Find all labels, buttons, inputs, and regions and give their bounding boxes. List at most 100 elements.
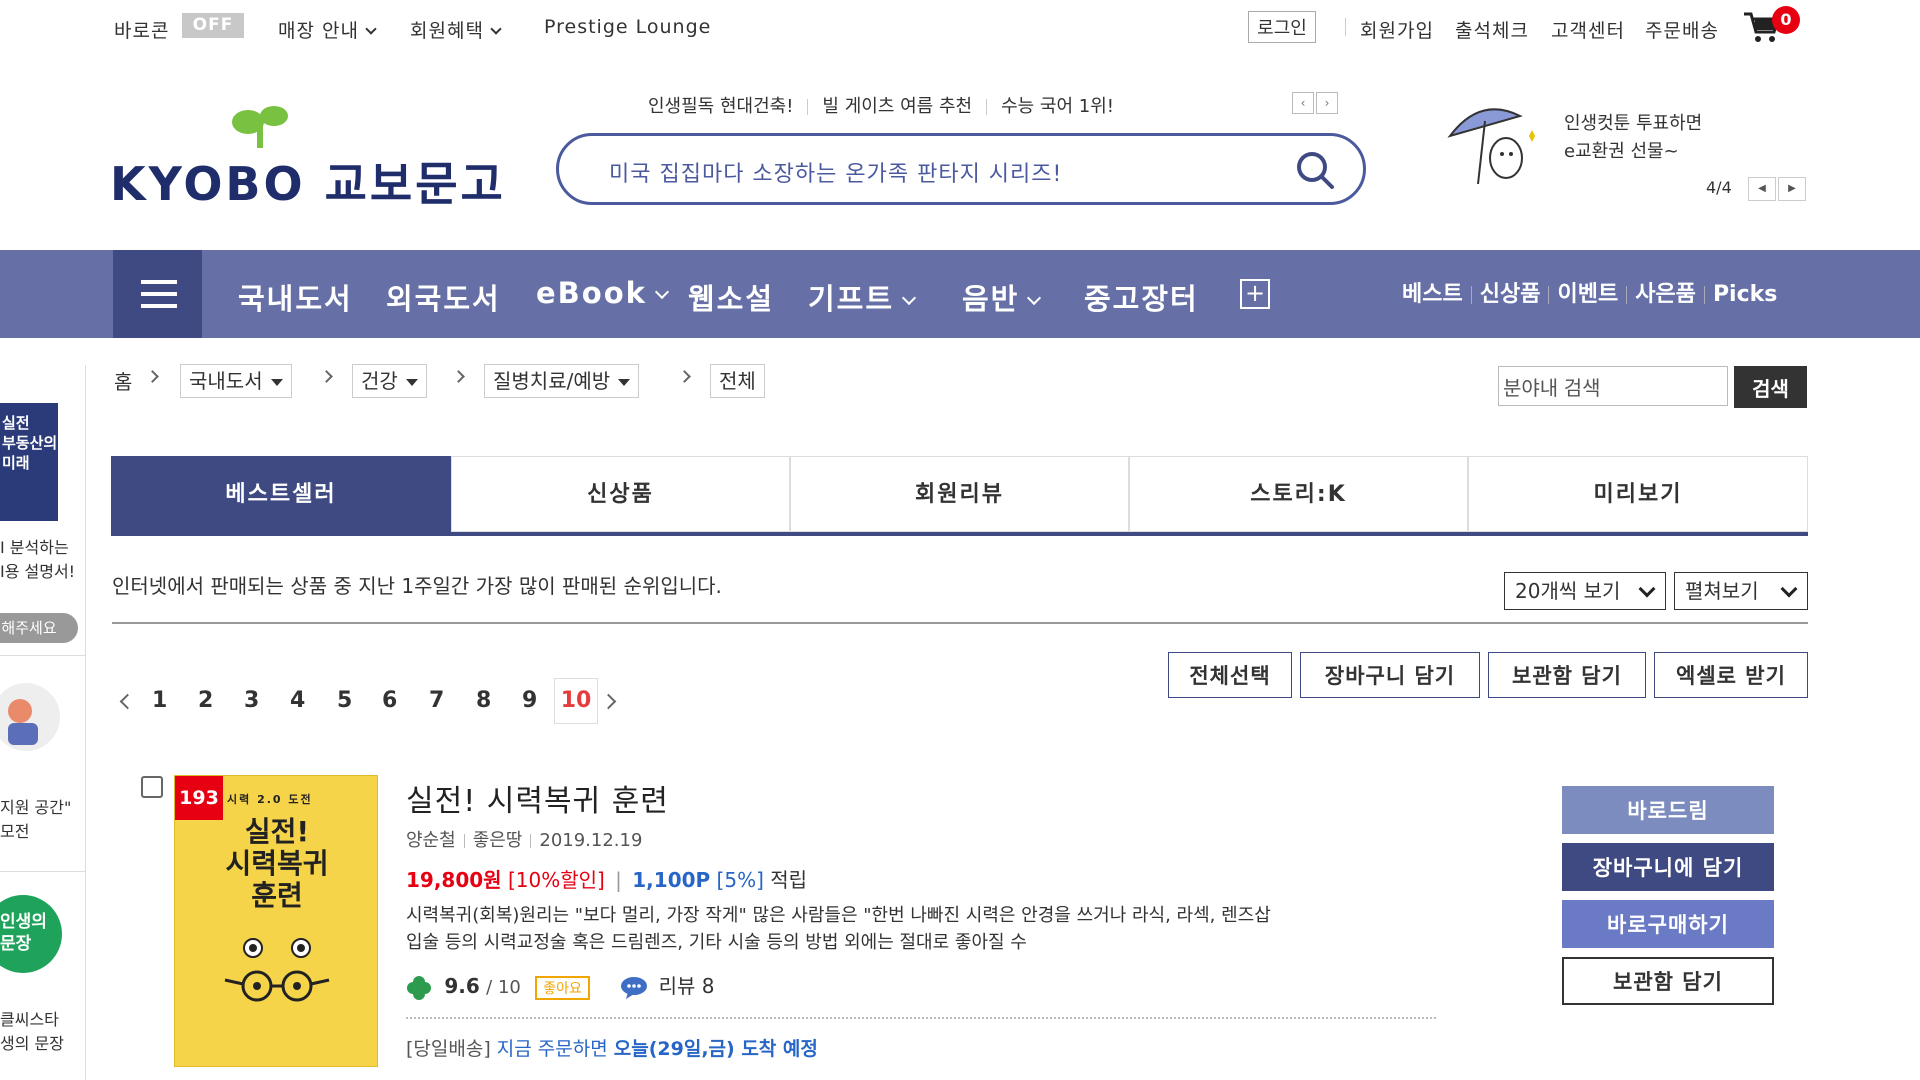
prestige-lounge-link[interactable]: Prestige Lounge [544,16,711,38]
sale-price: 19,800원 [406,868,502,892]
select-all-button[interactable]: 전체선택 [1168,652,1292,698]
gnb-used-market[interactable]: 중고장터 [1084,276,1199,318]
current-page[interactable]: 10 [554,678,598,724]
off-badge[interactable]: OFF [182,13,244,38]
gnb-picks-link[interactable]: Picks [1713,282,1777,307]
side-book-cover[interactable]: 실전 부동산의 미래 [0,403,58,521]
per-page-select[interactable]: 20개씩 보기 [1504,572,1666,610]
page-link[interactable]: 9 [522,688,537,713]
product-publisher[interactable]: 좋은땅 [473,830,523,851]
product-price: 19,800원 [10%할인] | 1,100P [5%] 적립 [406,864,807,893]
banner-line: e교환권 선물~ [1564,141,1679,162]
tab-bestseller[interactable]: 베스트셀러 [111,456,451,532]
buy-now-button[interactable]: 바로구매하기 [1562,900,1774,948]
plus-icon[interactable]: + [1240,279,1270,309]
side-banner-text[interactable]: 지원 공간" [0,797,71,819]
add-to-cart-button[interactable]: 장바구니에 담기 [1562,843,1774,891]
search-input[interactable]: 미국 집집마다 소장하는 온가족 판타지 시리즈! [609,156,1062,188]
pagination-next-icon[interactable] [600,693,617,710]
add-to-wishlist-all-button[interactable]: 보관함 담기 [1488,652,1646,698]
gnb-ebook[interactable]: eBook [536,276,669,310]
breadcrumb-current[interactable]: 전체 [710,364,765,398]
product-meta: 양순철 좋은땅 2019.12.19 [406,826,642,852]
order-shipping-link[interactable]: 주문배송 [1645,16,1719,43]
search-icon[interactable] [1295,150,1335,190]
banner-prev-button[interactable]: ◀ [1748,177,1776,201]
side-banner-text[interactable]: 클씨스타 [0,1009,59,1031]
promo-prev-button[interactable]: ‹ [1292,92,1314,114]
breadcrumb-home[interactable]: 홈 [114,366,132,395]
product-title[interactable]: 실전! 시력복귀 훈련 [406,776,669,820]
breadcrumb-category-select[interactable]: 질병치료/예방 [484,364,640,398]
tab-new-products[interactable]: 신상품 [451,456,790,532]
tab-preview[interactable]: 미리보기 [1468,456,1808,532]
gnb-music[interactable]: 음반 [962,276,1042,318]
gnb-gift[interactable]: 기프트 [808,276,917,318]
export-excel-button[interactable]: 엑셀로 받기 [1654,652,1808,698]
page-link[interactable]: 8 [476,688,491,713]
side-banner-text[interactable]: 생의 문장 [0,1033,64,1055]
side-banner-text[interactable]: 모전 [0,821,29,843]
promo-next-button[interactable]: › [1316,92,1338,114]
menu-bar [141,304,177,308]
view-mode-select[interactable]: 펼쳐보기 [1674,572,1808,610]
banner-next-button[interactable]: ▶ [1778,177,1806,201]
page-link[interactable]: 6 [382,688,397,713]
kyobo-logo[interactable]: KYOBO 교보문고 [110,100,503,211]
login-button[interactable]: 로그인 [1248,11,1316,43]
attendance-link[interactable]: 출석체크 [1455,16,1529,43]
main-search-box[interactable]: 미국 집집마다 소장하는 온가족 판타지 시리즈! [556,133,1366,205]
in-category-search-input[interactable] [1498,366,1728,406]
reward-rate: [5%] [716,868,764,892]
shipping-info: [당일배송] 지금 주문하면 오늘(29일,금) 도착 예정 [406,1034,818,1061]
benefits-menu[interactable]: 회원혜택 [410,16,502,43]
pagination-prev-icon[interactable] [119,693,136,710]
join-link[interactable]: 회원가입 [1360,16,1434,43]
gnb-web-novel[interactable]: 웹소설 [688,276,774,318]
gnb-foreign-books[interactable]: 외국도서 [386,276,501,318]
side-banner-text[interactable]: I 분석하는 [0,537,69,559]
side-banner-text[interactable]: 인생컷툰 투표하면 e교환권 선물~ [1564,110,1702,166]
store-info-menu[interactable]: 매장 안내 [278,16,377,43]
barodream-button[interactable]: 바로드림 [1562,786,1774,834]
gnb-new-link[interactable]: 신상품 [1480,282,1541,307]
review-count[interactable]: 리뷰 8 [659,974,715,998]
promo-link[interactable]: 빌 게이츠 여름 추천 [822,96,972,117]
product-cover-image[interactable]: 193 시력 2.0 도전 실전! 시력복귀 훈련 [174,775,378,1067]
side-banner-text[interactable]: I용 설명서! [0,561,75,583]
page-link[interactable]: 5 [337,688,352,713]
page-link[interactable]: 7 [429,688,444,713]
gnb-gifts-link[interactable]: 사은품 [1635,282,1696,307]
rank-badge: 193 [175,776,223,820]
product-author[interactable]: 양순철 [406,830,456,851]
breadcrumb-category-select[interactable]: 건강 [352,364,427,398]
side-circle-banner[interactable]: 인생의 문장 [0,895,62,973]
hamburger-menu-button[interactable] [113,250,202,338]
gnb-best-link[interactable]: 베스트 [1402,282,1463,307]
page-link[interactable]: 3 [244,688,259,713]
page-link[interactable]: 2 [198,688,213,713]
description-line: 입술 등의 시력교정술 혹은 드림렌즈, 기타 시술 등의 방법 외에는 절대로… [406,932,1027,953]
side-banner-pill[interactable]: 해주세요 [0,613,78,643]
breadcrumb-category-select[interactable]: 국내도서 [180,364,292,398]
promo-link[interactable]: 수능 국어 1위! [1001,96,1114,117]
product-date: 2019.12.19 [539,830,643,851]
barocon-link[interactable]: 바로콘 [114,16,169,43]
page-link[interactable]: 1 [152,688,167,713]
add-to-wishlist-button[interactable]: 보관함 담기 [1562,957,1774,1005]
product-checkbox[interactable] [141,776,163,798]
in-category-search-button[interactable]: 검색 [1734,366,1807,408]
customer-center-link[interactable]: 고객센터 [1551,16,1625,43]
gnb-event-link[interactable]: 이벤트 [1557,282,1618,307]
umbrella-character-illustration[interactable] [1440,96,1540,190]
side-character-illustration[interactable] [0,681,62,753]
tab-story-k[interactable]: 스토리:K [1129,456,1468,532]
separator [1703,286,1705,304]
chevron-down-icon [490,23,502,35]
gnb-domestic-books[interactable]: 국내도서 [238,276,353,318]
tab-member-reviews[interactable]: 회원리뷰 [790,456,1129,532]
add-to-cart-all-button[interactable]: 장바구니 담기 [1300,652,1480,698]
page-link[interactable]: 4 [290,688,305,713]
promo-link[interactable]: 인생필독 현대건축! [648,96,793,117]
product-description[interactable]: 시력복귀(회복)원리는 "보다 멀리, 가장 작게" 많은 사람들은 "한번 나… [406,902,1426,956]
